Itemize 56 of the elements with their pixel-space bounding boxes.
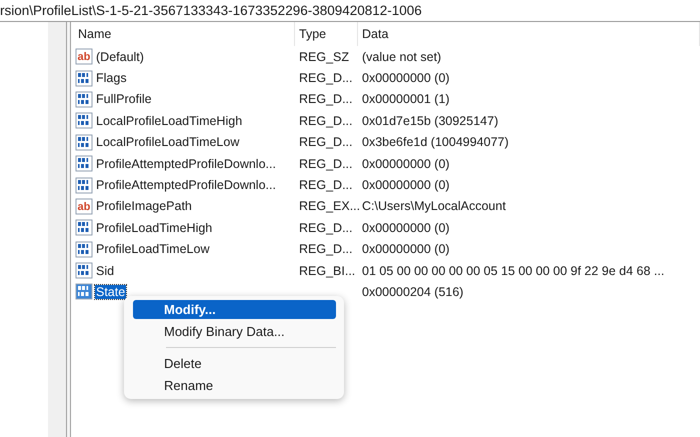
string-value-icon: ab [75, 198, 93, 215]
value-data: 0x00000000 (0) [362, 242, 450, 256]
tree-pane-scrollbar[interactable] [48, 22, 66, 437]
value-name[interactable]: Flags [95, 71, 128, 86]
column-header[interactable]: Name [74, 22, 295, 46]
value-data: 0x00000000 (0) [362, 71, 450, 86]
value-data: 0x00000000 (0) [362, 178, 450, 192]
menu-item[interactable]: Modify Binary Data... [133, 322, 336, 341]
column-header[interactable]: Type [295, 22, 358, 46]
value-data: C:\Users\MyLocalAccount [362, 199, 506, 214]
binary-value-icon [75, 134, 93, 151]
column-header[interactable]: Data [358, 22, 700, 46]
value-type: REG_EX... [299, 199, 360, 214]
value-data: 0x3be6fe1d (1004994077) [362, 135, 509, 150]
binary-value-icon [75, 262, 93, 280]
value-name[interactable]: ProfileLoadTimeLow [95, 242, 210, 256]
menu-item[interactable]: Modify... [133, 300, 336, 319]
binary-value-icon [75, 90, 93, 108]
value-data: (value not set) [362, 50, 442, 64]
menu-item[interactable]: Rename [133, 376, 336, 395]
string-value-icon: ab [75, 48, 93, 66]
value-type: REG_D... [299, 242, 352, 256]
value-type: REG_D... [299, 92, 352, 106]
binary-value-icon [75, 283, 93, 300]
value-data: 0x00000204 (516) [362, 284, 464, 299]
value-name[interactable]: (Default) [95, 50, 145, 64]
value-type: REG_D... [299, 220, 352, 235]
value-type: REG_BI... [299, 264, 356, 278]
value-name[interactable]: ProfileLoadTimeHigh [95, 220, 214, 235]
value-name[interactable]: State [95, 284, 126, 299]
binary-value-icon [75, 70, 93, 87]
binary-value-icon [75, 155, 93, 172]
value-name[interactable]: ProfileAttemptedProfileDownlo... [95, 178, 277, 192]
value-data: 0x00000000 (0) [362, 156, 450, 171]
value-type: REG_D... [299, 114, 352, 128]
value-name[interactable]: Sid [95, 264, 116, 278]
value-data: 0x00000001 (1) [362, 92, 450, 106]
value-name[interactable]: LocalProfileLoadTimeHigh [95, 114, 244, 128]
address-path[interactable]: rsion\ProfileList\S-1-5-21-3567133343-1673352296-3809420812-1006 [0, 0, 700, 22]
value-name[interactable]: ProfileImagePath [95, 199, 193, 214]
menu-item[interactable]: Delete [133, 354, 336, 373]
binary-value-icon [75, 240, 93, 258]
value-name[interactable]: FullProfile [95, 92, 153, 106]
binary-value-icon [75, 219, 93, 236]
value-name[interactable]: LocalProfileLoadTimeLow [95, 135, 240, 150]
value-type: REG_D... [299, 135, 352, 150]
value-data: 0x01d7e15b (30925147) [362, 114, 498, 128]
value-type: REG_SZ [299, 50, 350, 64]
value-data: 0x00000000 (0) [362, 220, 450, 235]
value-name[interactable]: ProfileAttemptedProfileDownlo... [95, 156, 277, 171]
value-data: 01 05 00 00 00 00 00 05 15 00 00 00 9f 22 9e d4 68 ... [362, 264, 664, 278]
binary-value-icon [75, 176, 93, 194]
binary-value-icon [75, 112, 93, 130]
value-type: REG_D... [299, 71, 352, 86]
value-type: REG_D... [299, 178, 352, 192]
value-type: REG_D... [299, 156, 352, 171]
